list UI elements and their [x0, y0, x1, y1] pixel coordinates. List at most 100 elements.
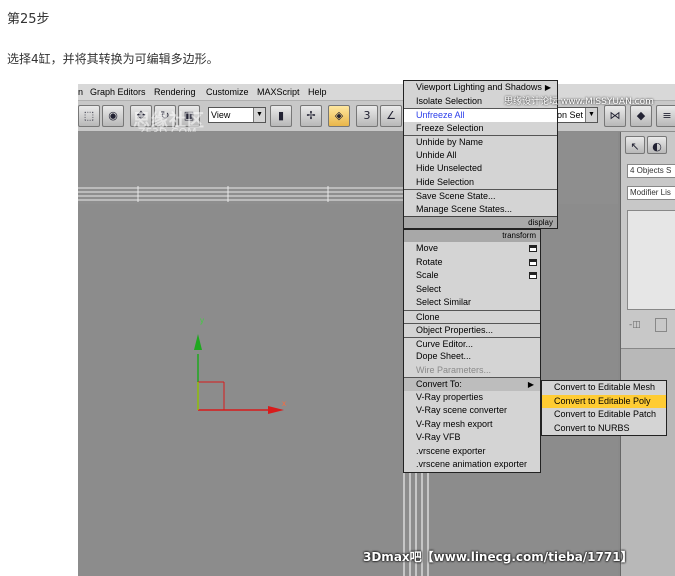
menu-item-label: Object Properties...	[416, 325, 494, 335]
menu-help[interactable]: Help	[308, 87, 327, 97]
menu-fragment[interactable]: n	[78, 87, 83, 97]
menu-item-manage-scene-states[interactable]: Manage Scene States...	[404, 203, 557, 217]
align-icon[interactable]: ◆	[630, 105, 652, 127]
viewport-grid-lines	[78, 186, 408, 202]
chevron-down-icon: ▼	[253, 108, 265, 122]
menu-item-label: Unhide by Name	[416, 137, 484, 147]
menu-item-vray-properties[interactable]: V-Ray properties	[404, 391, 540, 405]
menu-item-scale[interactable]: Scale	[404, 269, 540, 283]
reference-coord-select[interactable]: View ▼	[208, 107, 266, 123]
menu-item-convert-to[interactable]: Convert To: ▶	[404, 377, 540, 391]
chevron-down-icon: ▼	[585, 108, 597, 122]
menu-item-label: Manage Scene States...	[416, 203, 513, 214]
menu-item-label: Convert to Editable Poly	[554, 395, 651, 406]
menu-item-convert-nurbs[interactable]: Convert to NURBS	[542, 422, 666, 436]
menu-item-label: Freeze Selection	[416, 122, 484, 133]
keyboard-shortcut-icon[interactable]: ◈	[328, 105, 350, 127]
menu-item-label: Unfreeze All	[416, 110, 465, 120]
settings-box-icon[interactable]	[529, 272, 537, 279]
select-object-icon[interactable]: ◉	[102, 105, 124, 127]
site-watermark: 思缘设计论坛 www.MISSYUAN.com	[504, 97, 654, 107]
max-screenshot: n Graph Editors Rendering Customize MAXS…	[78, 84, 675, 576]
axis-y-label: y	[200, 316, 204, 325]
settings-box-icon[interactable]	[529, 245, 537, 252]
menu-item-label: Hide Unselected	[416, 163, 483, 173]
submenu-arrow-icon: ▶	[544, 83, 551, 92]
menu-item-label: Scale	[416, 270, 439, 280]
menu-item-label: Save Scene State...	[416, 191, 496, 201]
snap-label: 3	[363, 109, 371, 122]
menu-item-label: V-Ray mesh export	[416, 418, 493, 429]
menu-customize[interactable]: Customize	[206, 87, 249, 97]
mirror-icon[interactable]: ⋈	[604, 105, 626, 127]
quad-menu-transform: transform Move Rotate Scale Select Selec…	[403, 229, 541, 473]
menu-item-label: Clone	[416, 311, 440, 322]
modify-tab-icon[interactable]: ◐	[647, 136, 667, 154]
named-selection-set-select[interactable]: on Set ▼	[554, 107, 598, 123]
menu-item-move[interactable]: Move	[404, 242, 540, 256]
pivot-icon[interactable]: ▮	[270, 105, 292, 127]
select-region-icon[interactable]: ⬚	[78, 105, 100, 127]
snap-toggle-icon[interactable]: 3	[356, 105, 378, 127]
menu-item-label: Select Similar	[416, 297, 472, 307]
menu-item-vrscene-animation-exporter[interactable]: .vrscene animation exporter	[404, 458, 540, 472]
instruction-text: 选择4缸，并将其转换为可编辑多边形。	[7, 52, 219, 66]
modifier-list-dropdown[interactable]: Modifier Lis	[627, 186, 675, 200]
forum-watermark: 3Dmax吧【www.linecg.com/tieba/1771】	[363, 550, 633, 564]
menu-item-label: Convert to Editable Patch	[554, 409, 657, 419]
create-tab-icon[interactable]: ↖	[625, 136, 645, 154]
menu-item-label: Isolate Selection	[416, 95, 483, 106]
menu-item-save-scene-state[interactable]: Save Scene State...	[404, 189, 557, 203]
menu-item-label: Hide Selection	[416, 176, 475, 187]
menu-item-freeze-selection[interactable]: Freeze Selection	[404, 122, 557, 136]
menu-item-label: Dope Sheet...	[416, 351, 472, 361]
menu-item-viewport-lighting[interactable]: Viewport Lighting and Shadows ▶	[404, 81, 557, 95]
command-panel: ↖ ◐ 4 Objects S Modifier Lis -◫	[620, 132, 675, 576]
menu-item-unhide-all[interactable]: Unhide All	[404, 149, 557, 163]
menu-item-clone[interactable]: Clone	[404, 309, 540, 324]
settings-box-icon[interactable]	[529, 258, 537, 266]
menu-item-vray-mesh-export[interactable]: V-Ray mesh export	[404, 418, 540, 432]
manipulate-icon[interactable]: ✢	[300, 105, 322, 127]
layer-icon[interactable]: ≡	[656, 105, 675, 127]
menu-item-hide-selection[interactable]: Hide Selection	[404, 176, 557, 190]
angle-snap-icon[interactable]: ∠	[380, 105, 402, 127]
named-set-value: on Set	[557, 110, 584, 120]
menu-item-vrscene-exporter[interactable]: .vrscene exporter	[404, 445, 540, 459]
objects-selected-field: 4 Objects S	[627, 164, 675, 178]
menu-item-select-similar[interactable]: Select Similar	[404, 296, 540, 310]
menu-item-dope-sheet[interactable]: Dope Sheet...	[404, 350, 540, 364]
menu-item-label: Curve Editor...	[416, 338, 474, 349]
menu-maxscript[interactable]: MAXScript	[257, 87, 300, 97]
axis-x-label: x	[282, 399, 286, 408]
quad-header-transform: transform	[404, 230, 540, 242]
menu-item-label: .vrscene animation exporter	[416, 459, 528, 469]
menu-item-object-properties[interactable]: Object Properties...	[404, 323, 540, 337]
menu-item-label: V-Ray scene converter	[416, 405, 508, 415]
menu-item-curve-editor[interactable]: Curve Editor...	[404, 336, 540, 351]
menu-item-label: .vrscene exporter	[416, 445, 486, 456]
menu-item-select[interactable]: Select	[404, 283, 540, 297]
menu-item-convert-editable-patch[interactable]: Convert to Editable Patch	[542, 408, 666, 422]
menu-graph-editors[interactable]: Graph Editors	[90, 87, 146, 97]
menu-rendering[interactable]: Rendering	[154, 87, 196, 97]
pin-stack-icon[interactable]: -◫	[629, 320, 641, 330]
menu-item-convert-editable-poly[interactable]: Convert to Editable Poly	[542, 394, 666, 408]
menu-item-vray-vfb[interactable]: V-Ray VFB	[404, 431, 540, 445]
menu-item-label: Convert to Editable Mesh	[554, 382, 656, 392]
menu-item-label: Select	[416, 283, 442, 294]
menu-item-label: Convert To:	[416, 379, 462, 389]
menu-item-unfreeze-all[interactable]: Unfreeze All	[404, 108, 557, 122]
menu-item-rotate[interactable]: Rotate	[404, 256, 540, 270]
show-end-result-icon[interactable]	[655, 318, 667, 332]
menu-item-label: Viewport Lighting and Shadows	[416, 82, 542, 92]
menu-item-label: Move	[416, 243, 439, 253]
modifier-stack[interactable]	[627, 210, 675, 310]
menu-item-label: Rotate	[416, 256, 443, 267]
menu-item-label: Wire Parameters...	[416, 364, 492, 375]
menu-item-hide-unselected[interactable]: Hide Unselected	[404, 162, 557, 176]
menu-item-vray-scene-converter[interactable]: V-Ray scene converter	[404, 404, 540, 418]
menu-item-unhide-by-name[interactable]: Unhide by Name	[404, 135, 557, 149]
view-select-value: View	[211, 110, 231, 120]
menu-item-convert-editable-mesh[interactable]: Convert to Editable Mesh	[542, 381, 666, 395]
